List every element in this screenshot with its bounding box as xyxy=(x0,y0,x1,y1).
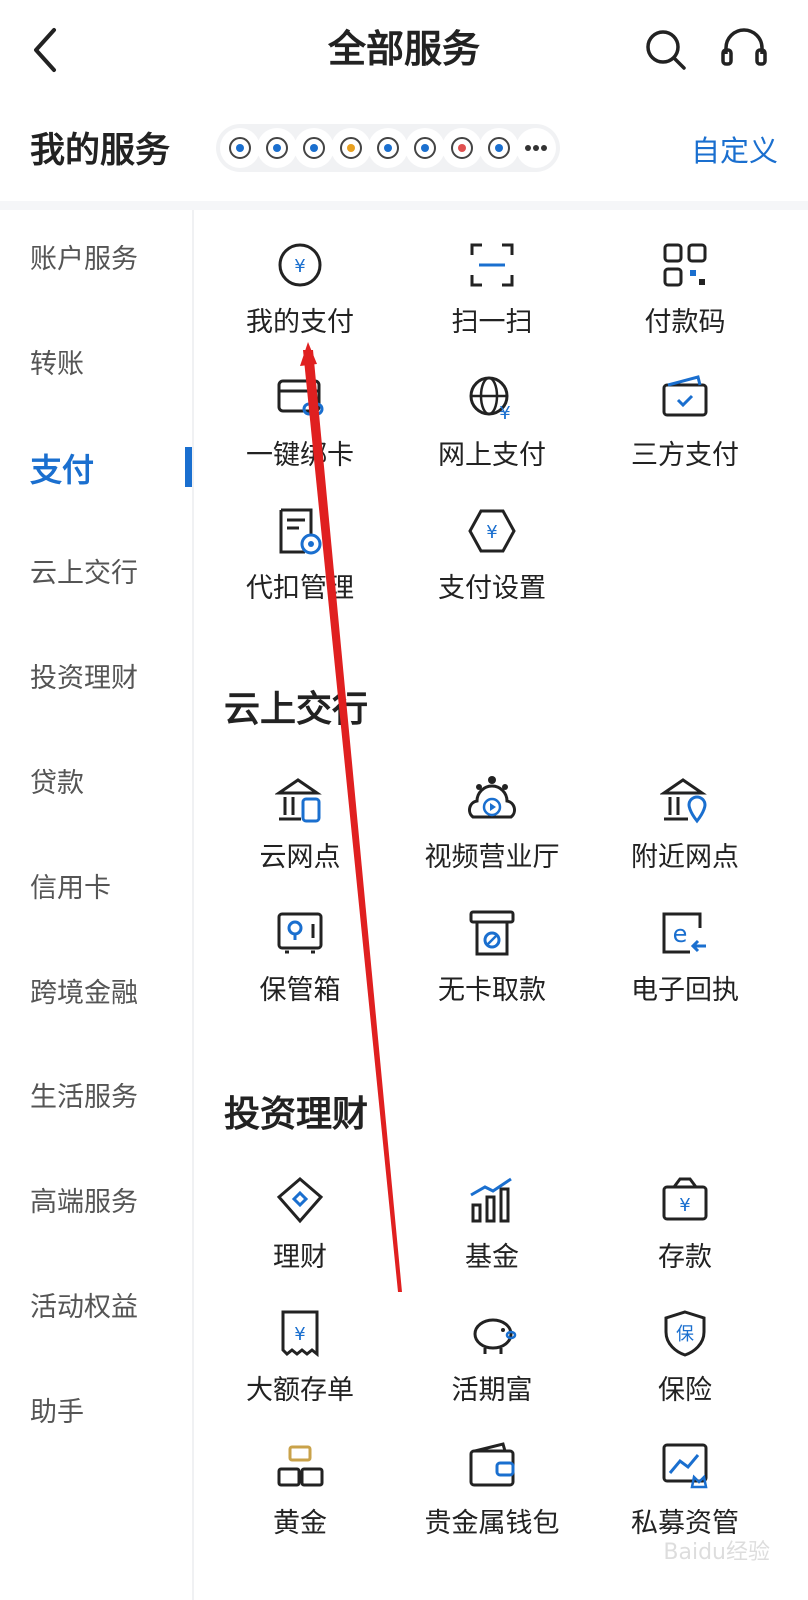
document-icon xyxy=(368,128,408,168)
payment-item[interactable]: 扫一扫 xyxy=(397,240,587,370)
my-services-icons[interactable] xyxy=(216,124,560,172)
sidebar-item[interactable]: 助手 xyxy=(30,1383,84,1443)
payment-item[interactable]: ¥ 支付设置 xyxy=(397,506,587,636)
service-content: 云上交行 投资理财 ¥ 我的支付 扫一扫付款码一键绑卡 ¥ 网上支付三方支付代扣管理 ¥ 支… xyxy=(194,210,808,1600)
qr-code-icon xyxy=(663,243,707,287)
section-title-invest: 投资理财 xyxy=(224,1094,369,1135)
top-bar: 全部服务 xyxy=(0,0,808,100)
tree-yen-icon xyxy=(405,128,445,168)
card-icon xyxy=(294,128,334,168)
invest-item-label: 存款 xyxy=(658,1242,712,1273)
invest-item-label: 保险 xyxy=(658,1375,712,1406)
invest-item[interactable]: 黄金 xyxy=(205,1441,395,1571)
cloud-item-label: 附近网点 xyxy=(631,842,739,873)
svg-text:保: 保 xyxy=(676,1324,694,1345)
invest-item[interactable]: ¥ 大额存单 xyxy=(205,1308,395,1438)
customize-button[interactable]: 自定义 xyxy=(691,128,778,170)
payment-item[interactable]: 一键绑卡 xyxy=(205,373,395,503)
cloud-video-icon xyxy=(468,776,516,819)
section-divider xyxy=(0,201,808,210)
shield-bao-icon: 保 xyxy=(664,1310,706,1357)
sidebar-item[interactable]: 高端服务 xyxy=(30,1173,138,1233)
chevron-left-icon xyxy=(34,28,56,72)
payment-item[interactable]: 付款码 xyxy=(590,240,780,370)
invest-item[interactable]: 活期富 xyxy=(397,1308,587,1438)
doc-gear-icon xyxy=(279,508,322,555)
payment-item[interactable]: ¥ 我的支付 xyxy=(205,240,395,370)
bind-card-icon xyxy=(277,379,324,416)
invest-item[interactable]: 贵金属钱包 xyxy=(397,1441,587,1571)
globe-yen-icon: ¥ xyxy=(469,376,511,423)
headset-icon xyxy=(721,28,767,66)
sidebar-item[interactable]: 活动权益 xyxy=(30,1278,138,1338)
yen-circle-icon: ¥ xyxy=(278,243,322,287)
transfer-icon xyxy=(220,128,260,168)
svg-text:¥: ¥ xyxy=(486,522,497,543)
invest-item-label: 私募资管 xyxy=(631,1508,739,1539)
category-sidebar: 账户服务转账支付云上交行投资理财贷款信用卡跨境金融生活服务高端服务活动权益助手 xyxy=(0,210,194,1600)
wallet-check-icon xyxy=(662,375,708,417)
my-services-bar: 我的服务 自定义 xyxy=(0,100,808,200)
more-icon xyxy=(516,128,556,168)
cloud-item[interactable]: 附近网点 xyxy=(590,775,780,905)
payment-item[interactable]: 代扣管理 xyxy=(205,506,395,636)
svg-text:e: e xyxy=(673,920,688,948)
piggy-bank-icon xyxy=(473,1318,517,1354)
section-title-cloud: 云上交行 xyxy=(224,689,369,730)
sidebar-item[interactable]: 云上交行 xyxy=(30,544,138,604)
cloud-item[interactable]: 视频营业厅 xyxy=(397,775,587,905)
sidebar-item[interactable]: 跨境金融 xyxy=(30,964,138,1024)
balloon-icon xyxy=(442,128,482,168)
svg-text:¥: ¥ xyxy=(679,1195,690,1216)
payment-item[interactable]: 三方支付 xyxy=(590,373,780,503)
payment-item-label: 三方支付 xyxy=(631,440,739,471)
sidebar-item[interactable]: 贷款 xyxy=(30,754,84,814)
sidebar-item[interactable]: 投资理财 xyxy=(30,649,138,709)
atm-icon xyxy=(469,910,515,956)
scan-icon xyxy=(470,243,514,287)
invest-item[interactable]: 保保险 xyxy=(590,1308,780,1438)
safe-box-icon xyxy=(277,912,323,954)
search-icon xyxy=(646,30,686,70)
cloud-item[interactable]: e 电子回执 xyxy=(590,908,780,1038)
cloud-item[interactable]: 云网点 xyxy=(205,775,395,905)
drop-yen-icon xyxy=(331,128,371,168)
chart-crown-icon xyxy=(662,1443,708,1489)
cloud-item[interactable]: 无卡取款 xyxy=(397,908,587,1038)
deposit-box-icon: ¥ xyxy=(662,1177,708,1221)
invest-item[interactable]: 私募资管 xyxy=(590,1441,780,1571)
hand-yen-icon xyxy=(257,128,297,168)
bar-chart-icon xyxy=(470,1177,512,1223)
wallet-icon xyxy=(469,1442,515,1487)
svg-text:¥: ¥ xyxy=(499,403,510,423)
search-button[interactable] xyxy=(640,22,692,76)
invest-item[interactable]: ¥ 存款 xyxy=(590,1175,780,1305)
gold-bars-icon xyxy=(277,1445,324,1487)
back-button[interactable] xyxy=(22,22,70,78)
link-card-icon xyxy=(479,128,519,168)
diamond-icon xyxy=(276,1177,324,1224)
payment-item-label: 支付设置 xyxy=(438,573,546,604)
hexagon-yen-icon: ¥ xyxy=(468,509,516,553)
customer-service-button[interactable] xyxy=(716,22,772,76)
payment-item[interactable]: ¥ 网上支付 xyxy=(397,373,587,503)
sidebar-item[interactable]: 转账 xyxy=(30,335,84,395)
invest-item[interactable]: 理财 xyxy=(205,1175,395,1305)
sidebar-item[interactable]: 支付 xyxy=(30,440,94,500)
receipt-yen-icon: ¥ xyxy=(281,1310,319,1358)
sidebar-item[interactable]: 账户服务 xyxy=(30,230,138,290)
bank-phone-icon xyxy=(275,778,322,823)
cloud-item-label: 电子回执 xyxy=(631,975,739,1006)
invest-item[interactable]: 基金 xyxy=(397,1175,587,1305)
cloud-item[interactable]: 保管箱 xyxy=(205,908,395,1038)
e-receipt-icon: e xyxy=(662,912,706,954)
sidebar-item[interactable]: 生活服务 xyxy=(30,1068,138,1128)
my-services-label: 我的服务 xyxy=(30,131,171,171)
sidebar-item[interactable]: 信用卡 xyxy=(30,859,111,919)
svg-text:¥: ¥ xyxy=(294,256,305,277)
payment-item-label: 付款码 xyxy=(644,307,726,338)
svg-text:¥: ¥ xyxy=(294,1324,305,1345)
bank-location-icon xyxy=(660,778,707,824)
